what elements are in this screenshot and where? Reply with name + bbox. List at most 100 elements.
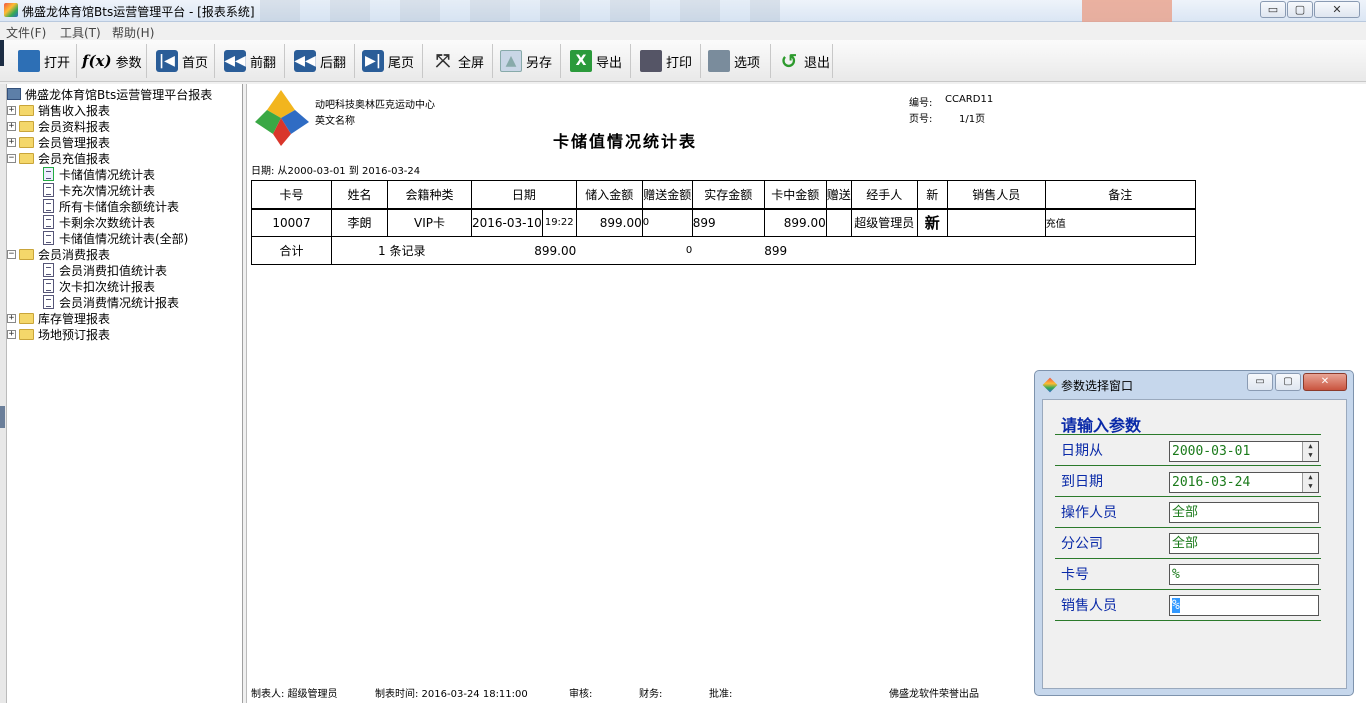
tree-folder-member-mgmt[interactable]: + 会员管理报表 — [7, 134, 110, 150]
col-date: 日期 — [471, 180, 577, 210]
operator-input[interactable]: 全部 — [1169, 502, 1319, 523]
date-to-spinner[interactable]: ▲ ▼ — [1302, 473, 1318, 492]
close-button[interactable]: ✕ — [1314, 1, 1360, 18]
tree-root[interactable]: 佛盛龙体育馆Bts运营管理平台报表 — [7, 86, 212, 102]
last-page-label: 尾页 — [388, 55, 415, 71]
card-no-input[interactable]: % — [1169, 564, 1319, 585]
divider — [1055, 496, 1321, 497]
summary-spacer — [692, 236, 765, 265]
footer-finance: 财务: — [639, 689, 663, 700]
divider — [1055, 465, 1321, 466]
app-logo-icon — [4, 3, 18, 17]
save-as-button[interactable]: ▲ 另存 — [500, 44, 552, 78]
maximize-button[interactable]: ▢ — [1287, 1, 1313, 18]
collapse-minus-icon[interactable]: − — [7, 249, 16, 259]
tree-item-card-topup[interactable]: 卡充次情况统计表 — [43, 182, 155, 198]
divider — [1055, 527, 1321, 528]
tree-item-count-deduct[interactable]: 次卡扣次统计报表 — [43, 278, 155, 294]
params-button[interactable]: f(x) 参数 — [82, 44, 142, 78]
print-button[interactable]: 打印 — [640, 44, 692, 78]
toolbar-separator — [214, 44, 215, 78]
collapse-minus-icon[interactable]: − — [7, 153, 16, 163]
tree-folder-venue[interactable]: + 场地预订报表 — [7, 326, 110, 342]
report-doc-icon — [43, 279, 54, 293]
parameter-dialog: 参数选择窗口 ▭ ▢ ✕ 请输入参数 日期从 2000-03-01 ▲ ▼ 到日期… — [1034, 370, 1354, 696]
footer-made-time: 制表时间: 2016-03-24 18:11:00 — [375, 689, 528, 700]
open-button[interactable]: 打开 — [18, 44, 70, 78]
date-to-input[interactable]: 2016-03-24 ▲ ▼ — [1169, 472, 1319, 493]
exit-button[interactable]: ↺ 退出 — [778, 44, 830, 78]
date-from-input[interactable]: 2000-03-01 ▲ ▼ — [1169, 441, 1319, 462]
menu-file[interactable]: 文件(F) — [6, 24, 46, 41]
expand-plus-icon[interactable]: + — [7, 105, 16, 115]
col-gift: 赠送 — [825, 180, 852, 210]
first-page-icon: |◀ — [156, 50, 178, 72]
toolbar-separator — [630, 44, 631, 78]
tree-folder-label: 会员消费报表 — [38, 247, 111, 262]
tree-folder-member-info[interactable]: + 会员资料报表 — [7, 118, 110, 134]
tree-folder-consumption[interactable]: − 会员消费报表 — [7, 246, 110, 262]
prev-page-label: 前翻 — [250, 55, 277, 71]
open-label: 打开 — [44, 55, 71, 71]
tree-folder-recharge[interactable]: − 会员充值报表 — [7, 150, 110, 166]
tree-item-label: 所有卡储值余额统计表 — [59, 199, 180, 214]
footer-approve: 批准: — [709, 689, 733, 700]
tree-item-card-deposit[interactable]: 卡储值情况统计表 — [43, 166, 155, 182]
dialog-maximize-button[interactable]: ▢ — [1275, 373, 1301, 391]
export-button[interactable]: X 导出 — [570, 44, 622, 78]
toolbar-separator — [422, 44, 423, 78]
report-title: 卡储值情况统计表 — [553, 132, 698, 151]
code-label: 编号: — [909, 98, 933, 109]
title-bar: 佛盛龙体育馆Bts运营管理平台 - [报表系统] ▭ ▢ ✕ — [0, 0, 1366, 22]
tree-item-all-balance[interactable]: 所有卡储值余额统计表 — [43, 198, 179, 214]
last-page-button[interactable]: ▶| 尾页 — [362, 44, 414, 78]
export-excel-icon: X — [570, 50, 592, 72]
tree-folder-inventory[interactable]: + 库存管理报表 — [7, 310, 110, 326]
cell-remark: 充值 — [1044, 208, 1196, 237]
left-splitter[interactable] — [0, 84, 7, 703]
fullscreen-button[interactable]: ⤧ 全屏 — [432, 44, 484, 78]
prev-page-button[interactable]: ◀◀ 前翻 — [224, 44, 276, 78]
window-edge-mark — [0, 40, 4, 66]
expand-plus-icon[interactable]: + — [7, 313, 16, 323]
summary-spacer — [826, 236, 1046, 265]
tree-item-consumption-stats[interactable]: 会员消费情况统计报表 — [43, 294, 179, 310]
options-button[interactable]: 选项 — [708, 44, 760, 78]
toolbar-separator — [146, 44, 147, 78]
expand-plus-icon[interactable]: + — [7, 137, 16, 147]
splitter-handle[interactable] — [0, 406, 5, 428]
report-doc-icon — [43, 231, 54, 245]
tree-folder-label: 场地预订报表 — [38, 327, 111, 342]
tree-folder-sales[interactable]: + 销售收入报表 — [7, 102, 110, 118]
next-page-button[interactable]: ◀◀ 后翻 — [294, 44, 346, 78]
sales-input[interactable]: % — [1169, 595, 1319, 616]
report-search-icon — [43, 167, 54, 181]
toolbar-separator — [492, 44, 493, 78]
card-no-value: % — [1172, 567, 1180, 582]
exit-icon: ↺ — [780, 49, 798, 73]
menu-tools[interactable]: 工具(T) — [60, 24, 101, 41]
cell-new: 新 — [916, 208, 948, 237]
date-from-spinner[interactable]: ▲ ▼ — [1302, 442, 1318, 461]
params-label: 参数 — [115, 55, 142, 71]
folder-icon — [19, 120, 34, 132]
dialog-title: 参数选择窗口 — [1061, 379, 1134, 393]
tree-item-deduct[interactable]: 会员消费扣值统计表 — [43, 262, 167, 278]
print-icon — [640, 50, 662, 72]
expand-plus-icon[interactable]: + — [7, 329, 16, 339]
dialog-minimize-button[interactable]: ▭ — [1247, 373, 1273, 391]
toolbar-separator — [832, 44, 833, 78]
expand-plus-icon[interactable]: + — [7, 121, 16, 131]
options-label: 选项 — [734, 55, 761, 71]
branch-input[interactable]: 全部 — [1169, 533, 1319, 554]
table-row: 10007 李朗 VIP卡 2016-03-10 19:22 899.00 0 … — [251, 208, 1196, 237]
col-name: 姓名 — [331, 180, 388, 210]
tree-item-card-deposit-all[interactable]: 卡储值情况统计表(全部) — [43, 230, 188, 246]
card-no-label: 卡号 — [1061, 567, 1089, 583]
tree-item-remaining-count[interactable]: 卡剩余次数统计表 — [43, 214, 155, 230]
minimize-button[interactable]: ▭ — [1260, 1, 1286, 18]
menu-help[interactable]: 帮助(H) — [112, 24, 154, 41]
col-actual: 实存金额 — [691, 180, 765, 210]
first-page-button[interactable]: |◀ 首页 — [156, 44, 208, 78]
dialog-close-button[interactable]: ✕ — [1303, 373, 1347, 391]
